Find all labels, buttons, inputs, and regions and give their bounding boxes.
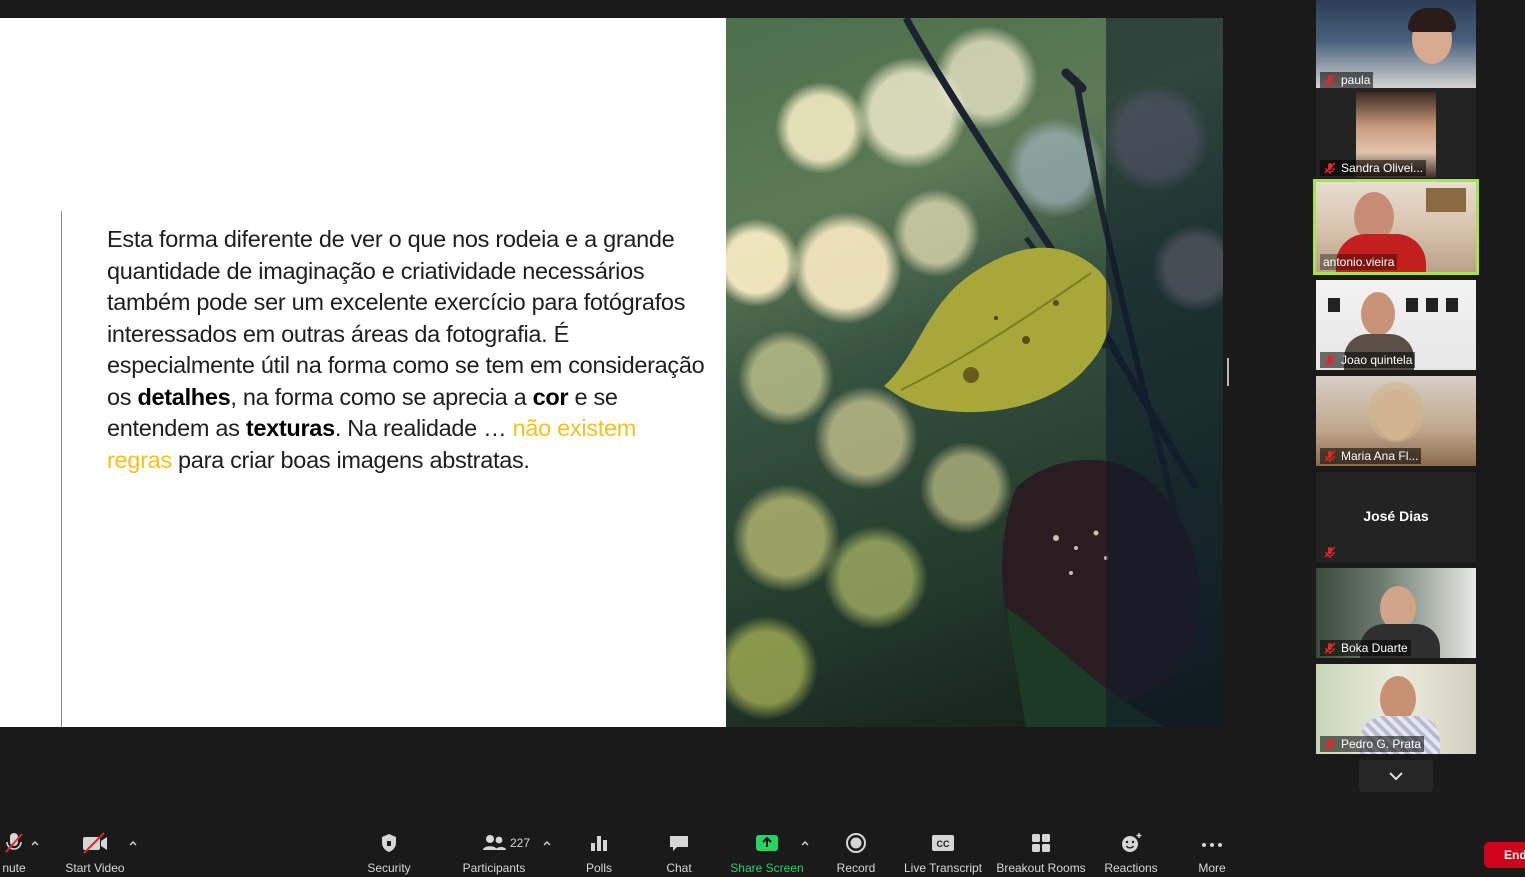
unmute-label: nute	[2, 861, 26, 875]
participant-name-row: Pedro G. Prata	[1320, 736, 1425, 752]
participant-hair	[1368, 382, 1424, 442]
security-button[interactable]: Security	[364, 830, 414, 877]
participant-hair	[1408, 8, 1456, 32]
record-button[interactable]: Record	[832, 830, 880, 877]
chat-bubble-icon	[670, 836, 688, 851]
slide-text-segment: . Na realidade …	[334, 415, 513, 441]
start-video-label: Start Video	[65, 861, 125, 875]
smiley-reaction-icon	[1122, 833, 1142, 852]
breakout-rooms-grid-icon	[1032, 834, 1050, 852]
muted-mic-icon	[1324, 354, 1336, 366]
live-transcript-button[interactable]: CC Live Transcript	[902, 830, 984, 877]
meeting-toolbar: nute Start Video Security Participants 2…	[0, 830, 1525, 877]
participants-icon	[483, 835, 506, 850]
slide-text-segment: Esta forma diferente de ver o que nos ro…	[107, 226, 705, 410]
participant-name: Boka Duarte	[1341, 641, 1408, 655]
participant-name: Sandra Olivei...	[1341, 161, 1424, 175]
participant-name: Joao quintela	[1341, 353, 1413, 367]
participant-tile-video-off[interactable]: José Dias	[1316, 472, 1476, 562]
participant-name-row: antonio.vieira	[1320, 254, 1398, 270]
muted-mic-icon	[1324, 450, 1336, 462]
participant-tile[interactable]: Sandra Olivei...	[1316, 88, 1476, 178]
video-options-caret-icon[interactable]	[128, 838, 138, 848]
closed-caption-icon: CC	[932, 835, 954, 851]
more-label: More	[1198, 861, 1226, 875]
participant-name-row: Sandra Olivei...	[1320, 160, 1427, 176]
breakout-rooms-label: Breakout Rooms	[996, 861, 1086, 875]
participant-name-centered: José Dias	[1363, 508, 1429, 524]
slide-text-segment: , na forma como se aprecia a	[230, 383, 533, 410]
participant-tile[interactable]: Maria Ana Fl...	[1316, 376, 1476, 466]
participant-tile[interactable]: Joao quintela	[1316, 280, 1476, 370]
slide-body-text: Esta forma diferente de ver o que nos ro…	[107, 224, 707, 476]
muted-mic-icon	[1324, 546, 1336, 558]
wall-frame	[1426, 298, 1438, 312]
record-icon	[846, 833, 866, 853]
reactions-label: Reactions	[1104, 861, 1158, 875]
shield-icon	[382, 834, 396, 852]
svg-text:CC: CC	[937, 839, 950, 849]
shared-slide: Esta forma diferente de ver o que nos ro…	[0, 18, 1223, 727]
participant-name: Maria Ana Fl...	[1341, 449, 1419, 463]
share-screen-button[interactable]: Share Screen	[728, 830, 806, 877]
share-options-caret-icon[interactable]	[800, 838, 810, 848]
participant-video-face	[1361, 292, 1395, 336]
participant-name-row: Joao quintela	[1320, 352, 1416, 368]
end-meeting-button[interactable]: End	[1484, 842, 1525, 868]
slide-bold-cor: cor	[532, 383, 569, 410]
wall-frame	[1406, 298, 1418, 312]
muted-mic-icon	[1324, 642, 1336, 654]
participant-name: antonio.vieira	[1323, 255, 1395, 269]
participants-count-badge: 227	[510, 836, 531, 850]
audio-options-caret-icon[interactable]	[30, 838, 40, 848]
participant-name: paula	[1341, 73, 1371, 87]
slide-photo-leaf-bokeh	[726, 18, 1223, 727]
video-off-icon	[83, 832, 107, 854]
start-video-button[interactable]: Start Video	[62, 830, 128, 877]
muted-mic-icon	[5, 833, 23, 853]
reactions-button[interactable]: Reactions	[1102, 830, 1160, 877]
participant-tile[interactable]: paula	[1316, 0, 1476, 90]
live-transcript-label: Live Transcript	[903, 861, 983, 875]
unmute-button[interactable]: nute	[0, 830, 34, 877]
zoom-meeting-window: Esta forma diferente de ver o que nos ro…	[0, 0, 1525, 877]
slide-bold-texturas: texturas	[245, 415, 335, 441]
record-label: Record	[836, 861, 876, 875]
slide-text-segment: para criar boas imagens abstratas.	[171, 446, 530, 473]
share-screen-arrow-icon	[756, 835, 778, 851]
slide-divider-line	[61, 211, 62, 727]
muted-mic-icon	[1324, 738, 1336, 750]
participant-name-row: paula	[1320, 72, 1374, 88]
more-dots-icon	[1202, 843, 1222, 847]
participant-gallery: paula Sandra Olivei... antonio.vieira Jo…	[1313, 0, 1479, 800]
polls-bar-chart-icon	[591, 836, 607, 851]
slide-bold-detalhes: detalhes	[137, 383, 231, 410]
more-button[interactable]: More	[1190, 830, 1234, 877]
chevron-down-icon	[1389, 772, 1403, 781]
gallery-resize-handle[interactable]	[1227, 358, 1229, 386]
participant-name-row	[1320, 544, 1344, 560]
wall-frame	[1328, 298, 1340, 312]
participant-name: Pedro G. Prata	[1341, 737, 1422, 751]
security-label: Security	[367, 861, 411, 875]
chat-label: Chat	[666, 861, 692, 875]
participant-tile[interactable]: Pedro G. Prata	[1316, 664, 1476, 754]
participant-tile[interactable]: Boka Duarte	[1316, 568, 1476, 658]
muted-mic-icon	[1324, 74, 1336, 86]
gallery-next-page-button[interactable]	[1359, 760, 1433, 792]
participant-name-row: Boka Duarte	[1320, 640, 1411, 656]
chat-button[interactable]: Chat	[658, 830, 700, 877]
background-painting	[1426, 188, 1466, 212]
share-screen-label: Share Screen	[730, 861, 804, 875]
participants-label: Participants	[462, 861, 526, 875]
polls-label: Polls	[585, 861, 612, 875]
participant-tile-active-speaker[interactable]: antonio.vieira	[1313, 179, 1479, 275]
participant-name-row: Maria Ana Fl...	[1320, 448, 1422, 464]
polls-button[interactable]: Polls	[578, 830, 620, 877]
breakout-rooms-button[interactable]: Breakout Rooms	[994, 830, 1088, 877]
slide-text-panel: Esta forma diferente de ver o que nos ro…	[0, 18, 726, 727]
wall-frame	[1446, 298, 1458, 312]
muted-mic-icon	[1324, 162, 1336, 174]
participants-options-caret-icon[interactable]	[542, 838, 552, 848]
